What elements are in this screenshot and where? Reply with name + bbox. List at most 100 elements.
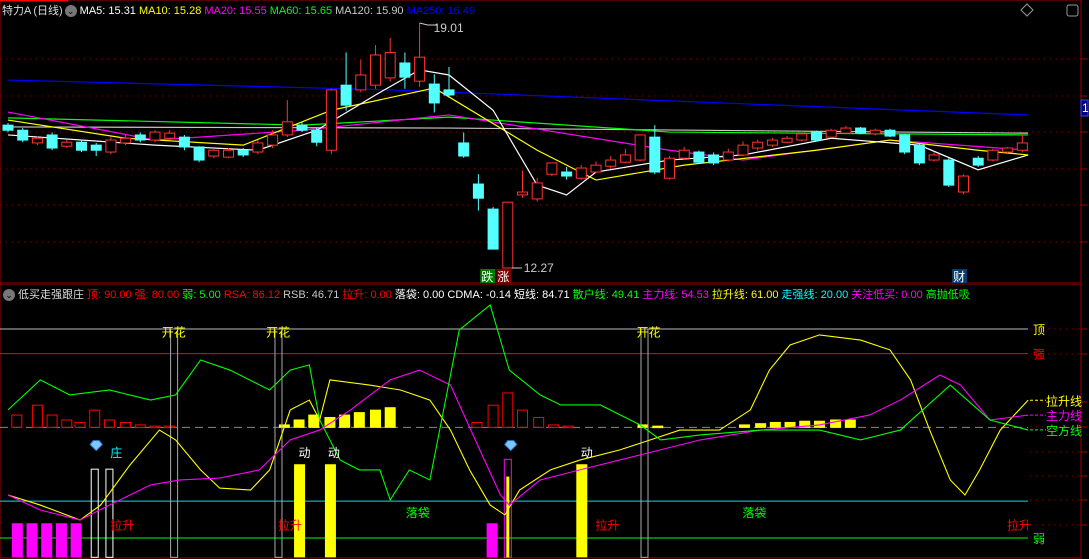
- candle-up: [531, 182, 543, 200]
- candle-down: [311, 129, 323, 143]
- histogram-bar: [74, 421, 86, 428]
- histogram-bar: [61, 419, 73, 428]
- histogram-bar: [738, 424, 750, 428]
- histogram-bar: [134, 424, 146, 428]
- candle-up: [149, 131, 161, 141]
- candle-down: [134, 134, 146, 141]
- histogram-bar: [31, 404, 43, 428]
- candle-down: [458, 142, 470, 157]
- candle-down: [443, 89, 455, 96]
- histogram-bar: [471, 421, 483, 428]
- candle-up: [355, 74, 367, 91]
- high-price-label: 19.01: [434, 21, 464, 35]
- candle-down: [296, 124, 308, 131]
- signal-label: 拉升: [278, 517, 302, 532]
- signal-bar: [11, 523, 23, 558]
- histogram-bar: [384, 407, 396, 428]
- candle-up: [105, 139, 117, 153]
- histogram-bar: [547, 424, 559, 428]
- candle-up: [958, 175, 969, 193]
- candle-up: [781, 137, 793, 143]
- candle-up: [164, 132, 176, 139]
- signal-bar-outline: [105, 468, 114, 558]
- indicator-chart[interactable]: 顶强弱 拉升线主力线空方线 开花 开花 开花庄 动 动 动拉升 拉升 拉升 拉升 落袋 落袋: [0, 284, 1089, 559]
- histogram-bar: [784, 421, 796, 428]
- candle-up: [384, 51, 396, 79]
- signal-bar: [324, 464, 336, 558]
- candle-down: [884, 129, 896, 137]
- candle-down: [90, 144, 102, 151]
- signal-label: 拉升: [110, 517, 134, 532]
- line-label: 拉升线: [1046, 393, 1082, 408]
- panel-border: [0, 0, 1082, 284]
- candle-down: [943, 159, 955, 186]
- line-label: 空方线: [1046, 423, 1082, 438]
- level-label: 顶: [1033, 323, 1045, 337]
- axis-current-label: 1: [1082, 101, 1089, 115]
- candle-up: [281, 121, 293, 136]
- diamond-icon[interactable]: [1020, 3, 1034, 17]
- histogram-bar: [103, 419, 115, 428]
- candle-up: [414, 56, 426, 82]
- candle-up: [987, 149, 999, 161]
- candle-up: [766, 139, 778, 146]
- candle-down: [178, 136, 190, 148]
- histogram-bar: [11, 414, 23, 428]
- candle-up: [752, 141, 764, 149]
- candle-down: [472, 183, 484, 199]
- candle-up: [1002, 147, 1014, 153]
- candle-up: [575, 167, 587, 179]
- candle-down: [2, 124, 14, 131]
- signal-bar: [576, 464, 588, 558]
- histogram-bar: [353, 412, 365, 428]
- candle-up: [590, 164, 602, 173]
- histogram-bar: [533, 417, 545, 428]
- level-label: 强: [1033, 348, 1045, 362]
- candle-down: [913, 144, 925, 164]
- signal-label: 拉升: [595, 517, 619, 532]
- candle-up: [796, 133, 808, 141]
- candle-up: [61, 141, 73, 147]
- signal-label: 动: [298, 446, 310, 460]
- panel-toggle-icon[interactable]: [1066, 4, 1079, 17]
- histogram-bar: [755, 423, 767, 428]
- badge-icon: 跌: [481, 269, 493, 284]
- line-label: 主力线: [1046, 409, 1082, 423]
- price-chart[interactable]: 19.01 12.27 跌涨 财 1: [0, 0, 1089, 284]
- signal-label: 开花: [266, 324, 290, 339]
- candle-up: [664, 157, 675, 179]
- candle-up: [325, 89, 337, 151]
- candle-up: [840, 127, 852, 134]
- diamond-icon: [89, 440, 103, 452]
- signal-label: 落袋: [406, 506, 430, 520]
- histogram-bar: [308, 414, 320, 428]
- ma-line-ma250: [7, 79, 1029, 116]
- histogram-bar: [370, 409, 381, 428]
- candle-down: [972, 157, 984, 166]
- candle-up: [678, 149, 690, 159]
- histogram-bar: [293, 419, 305, 428]
- candle-down: [76, 141, 87, 151]
- signal-label: 落袋: [742, 506, 766, 520]
- candle-down: [237, 149, 249, 156]
- badge-icon: 涨: [497, 269, 509, 284]
- signal-label: 动: [328, 446, 340, 460]
- candle-up: [208, 149, 220, 157]
- candle-up: [267, 134, 279, 146]
- candle-up: [619, 154, 631, 163]
- candle-down: [487, 208, 499, 250]
- candle-up: [737, 144, 749, 156]
- signal-bar: [26, 523, 38, 558]
- candle-up: [869, 129, 881, 135]
- indicator-line: [7, 369, 1029, 521]
- signal-bar: [41, 523, 53, 558]
- signal-bar: [55, 523, 67, 558]
- candle-up: [546, 162, 558, 175]
- candle-up: [120, 137, 132, 144]
- candle-down: [17, 129, 29, 141]
- candle-up: [1016, 142, 1028, 151]
- candle-up: [634, 134, 646, 161]
- histogram-bar: [844, 419, 856, 428]
- candle-down: [899, 134, 911, 153]
- histogram-bar: [769, 421, 781, 428]
